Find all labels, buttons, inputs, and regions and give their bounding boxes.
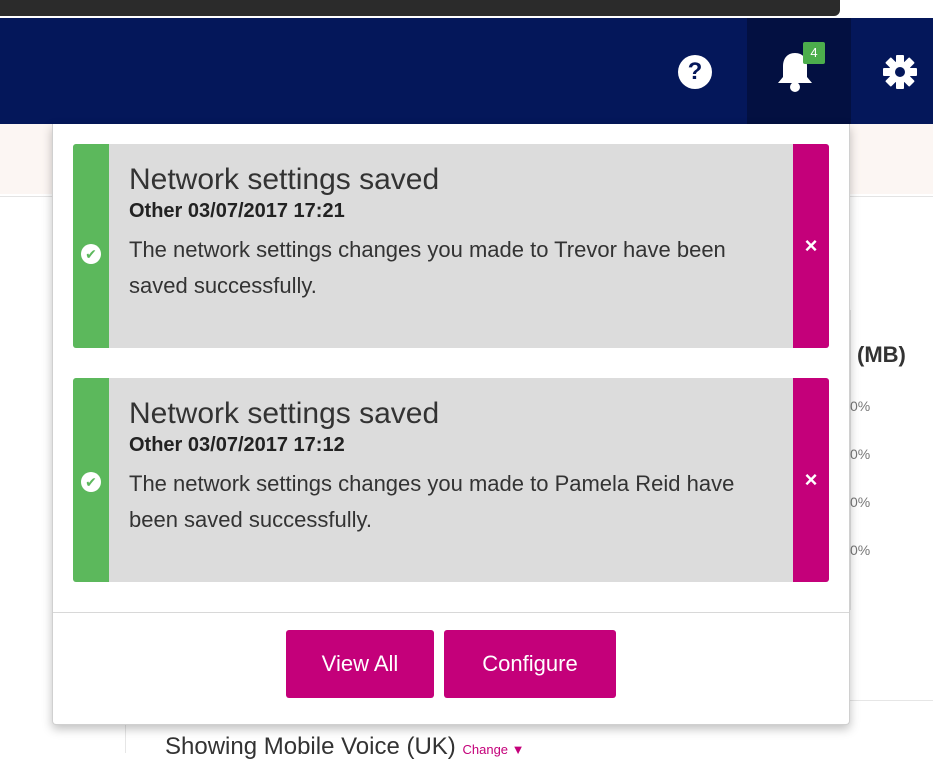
gear-shape bbox=[883, 55, 917, 89]
gear-icon[interactable] bbox=[880, 52, 920, 92]
notification-card: ✔ Network settings saved Other 03/07/201… bbox=[73, 144, 829, 348]
usage-percent: 0% bbox=[850, 398, 871, 414]
dropdown-footer-divider bbox=[53, 612, 849, 613]
notification-title: Network settings saved bbox=[129, 163, 440, 196]
notification-title: Network settings saved bbox=[129, 397, 440, 430]
check-icon: ✔ bbox=[81, 472, 101, 492]
notification-count-badge: 4 bbox=[803, 42, 825, 64]
showing-label: Showing Mobile Voice (UK) Change ▼ bbox=[165, 733, 525, 761]
notification-card: ✔ Network settings saved Other 03/07/201… bbox=[73, 378, 829, 582]
check-icon: ✔ bbox=[81, 244, 101, 264]
status-bar: ✔ bbox=[73, 378, 109, 582]
usage-percent: 0% bbox=[850, 446, 871, 462]
close-icon[interactable]: × bbox=[793, 144, 829, 348]
notification-meta: Other 03/07/2017 17:12 bbox=[129, 434, 345, 456]
notification-meta: Other 03/07/2017 17:21 bbox=[129, 200, 345, 222]
top-strip-dark bbox=[0, 0, 840, 16]
notification-body: Network settings saved Other 03/07/2017 … bbox=[129, 162, 789, 304]
showing-text: Showing Mobile Voice (UK) bbox=[165, 733, 456, 760]
configure-button[interactable]: Configure bbox=[444, 630, 616, 698]
usage-percent: 0% bbox=[850, 494, 871, 510]
status-bar: ✔ bbox=[73, 144, 109, 348]
notification-body: Network settings saved Other 03/07/2017 … bbox=[129, 396, 789, 538]
notifications-button[interactable]: 4 bbox=[747, 18, 851, 124]
usage-column-heading: (MB) bbox=[857, 342, 906, 367]
view-all-button[interactable]: View All bbox=[286, 630, 434, 698]
change-link[interactable]: Change ▼ bbox=[462, 742, 524, 757]
notification-message: The network settings changes you made to… bbox=[129, 471, 735, 532]
notification-message: The network settings changes you made to… bbox=[129, 237, 726, 298]
close-icon[interactable]: × bbox=[793, 378, 829, 582]
help-icon[interactable]: ? bbox=[678, 55, 712, 89]
notifications-dropdown: ✔ Network settings saved Other 03/07/201… bbox=[52, 124, 850, 725]
usage-percent: 0% bbox=[850, 542, 871, 558]
